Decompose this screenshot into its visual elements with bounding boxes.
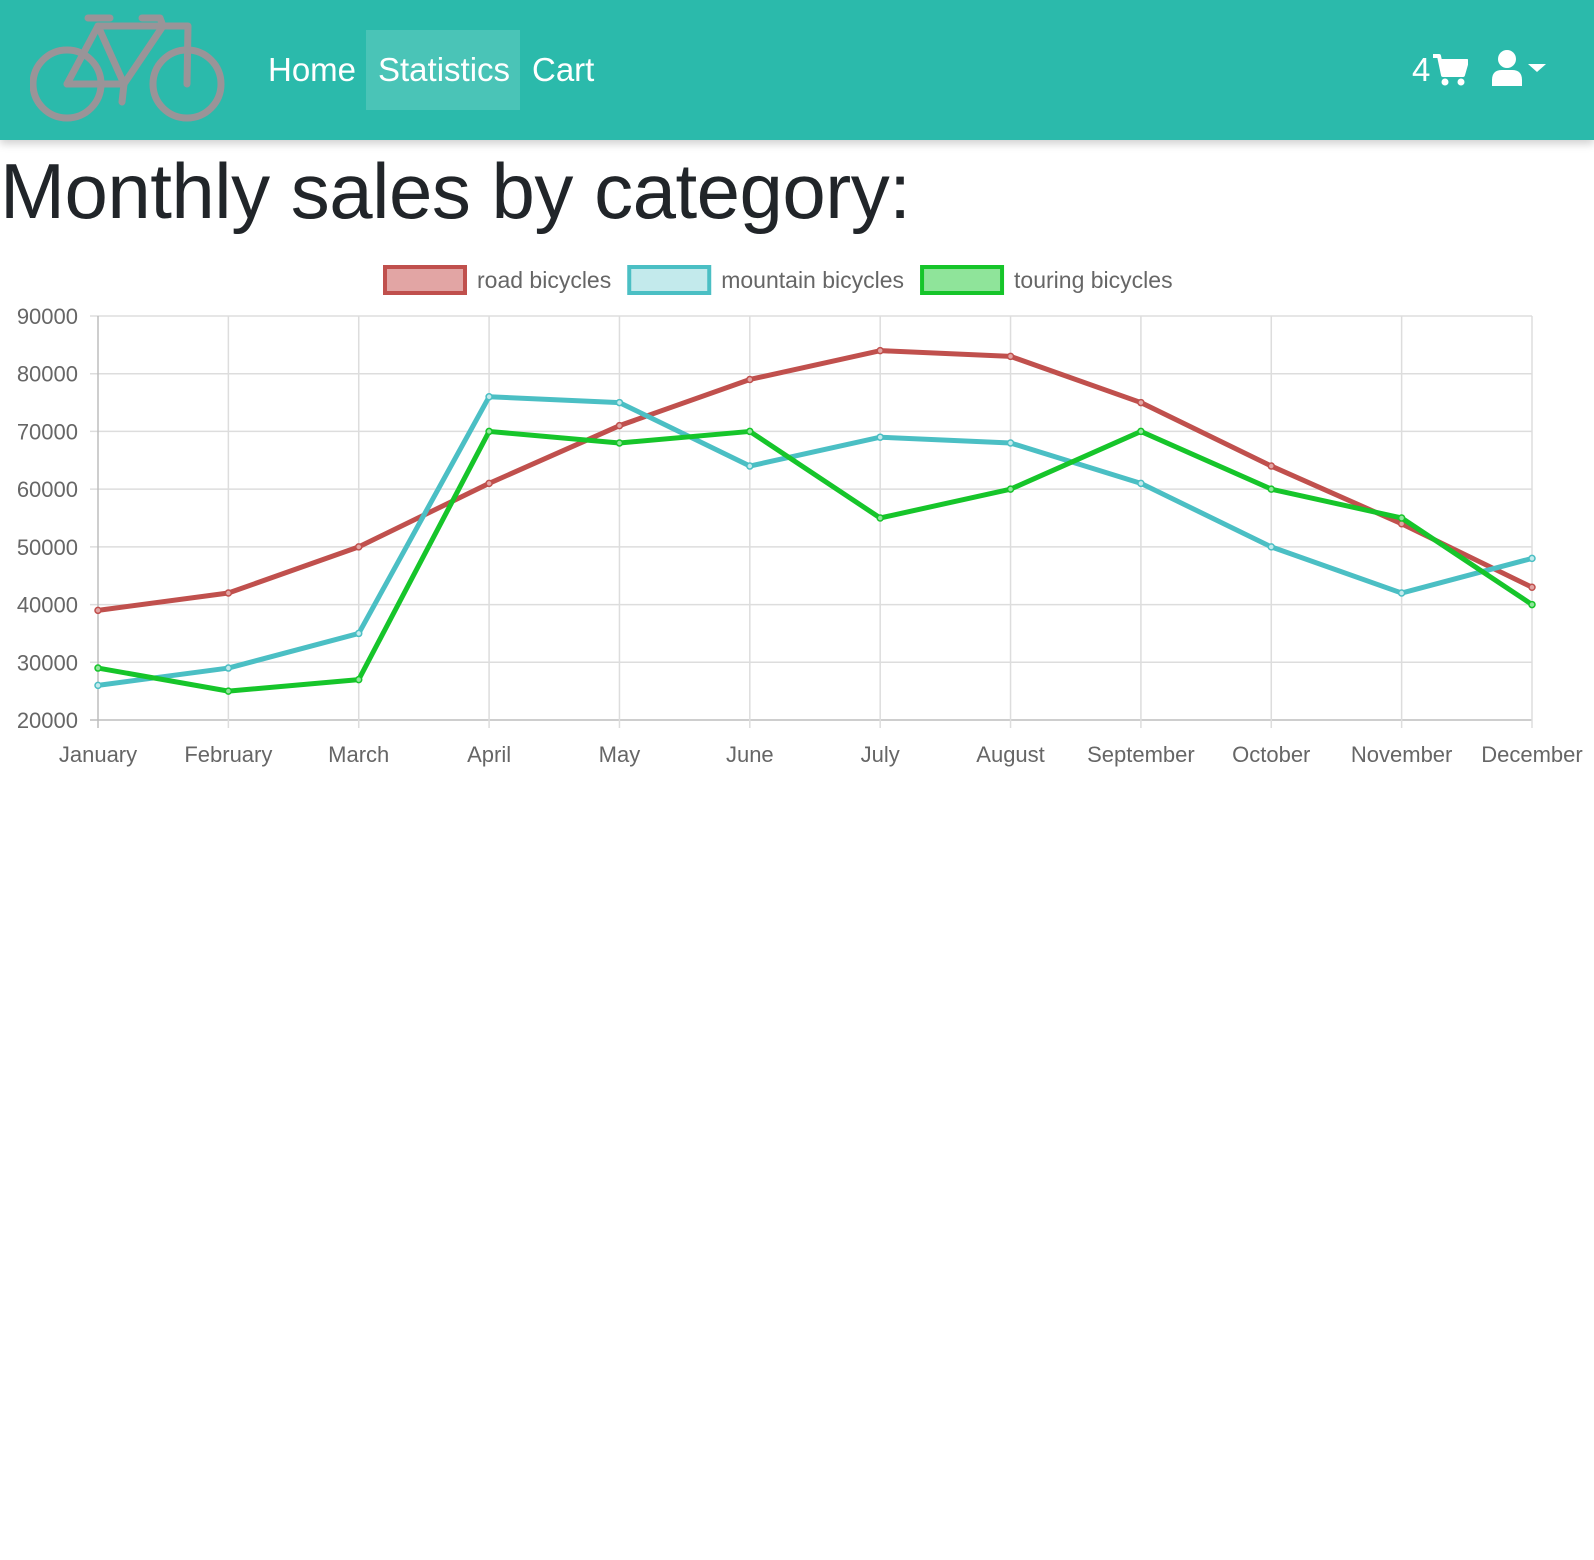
x-tick-label: December bbox=[1481, 742, 1582, 767]
y-tick-label: 80000 bbox=[17, 362, 78, 387]
data-point bbox=[94, 606, 102, 615]
x-tick-label: August bbox=[976, 742, 1045, 767]
y-tick-label: 30000 bbox=[17, 650, 78, 675]
data-point bbox=[1528, 583, 1536, 592]
data-point bbox=[485, 393, 493, 401]
y-tick-label: 70000 bbox=[17, 419, 78, 444]
x-tick-label: January bbox=[59, 742, 137, 767]
shopping-cart-icon bbox=[1433, 54, 1469, 86]
y-tick-label: 40000 bbox=[17, 593, 78, 618]
data-point bbox=[354, 675, 363, 684]
data-point bbox=[746, 462, 754, 470]
data-point bbox=[1397, 514, 1406, 522]
x-tick-label: April bbox=[467, 742, 511, 767]
caret-down-icon bbox=[1528, 64, 1546, 72]
y-tick-label: 60000 bbox=[17, 477, 78, 502]
y-tick-label: 50000 bbox=[17, 535, 78, 560]
data-point bbox=[1137, 427, 1145, 436]
legend-swatch bbox=[383, 265, 467, 295]
user-menu-toggle[interactable] bbox=[1492, 50, 1548, 90]
legend-swatch bbox=[627, 265, 712, 295]
legend-label: road bicycles bbox=[477, 267, 611, 293]
x-tick-label: March bbox=[328, 742, 389, 767]
data-point bbox=[94, 681, 102, 690]
data-point bbox=[1267, 462, 1276, 470]
series-line bbox=[95, 394, 1535, 688]
x-tick-label: June bbox=[726, 742, 774, 767]
nav-link-home[interactable]: Home bbox=[256, 30, 368, 110]
x-tick-label: May bbox=[599, 742, 641, 767]
nav-link-cart[interactable]: Cart bbox=[520, 30, 606, 110]
data-point bbox=[746, 427, 754, 436]
page-title: Monthly sales by category: bbox=[0, 147, 911, 235]
series-line bbox=[95, 348, 1535, 613]
data-point bbox=[1267, 543, 1276, 551]
data-point bbox=[615, 421, 624, 430]
x-tick-label: February bbox=[184, 742, 272, 767]
legend-label: touring bicycles bbox=[1014, 267, 1173, 293]
cart-count: 4 bbox=[1412, 51, 1431, 88]
data-point bbox=[224, 664, 233, 672]
legend-swatch bbox=[920, 265, 1005, 295]
data-point bbox=[1137, 398, 1145, 407]
cart-button[interactable]: 4 bbox=[1412, 48, 1469, 92]
data-point bbox=[1006, 439, 1015, 447]
data-point bbox=[354, 629, 363, 638]
data-point bbox=[615, 398, 624, 407]
y-tick-label: 90000 bbox=[17, 304, 78, 329]
data-point bbox=[1006, 352, 1015, 361]
y-tick-label: 20000 bbox=[17, 708, 78, 733]
data-point bbox=[224, 687, 233, 695]
nav-link-statistics[interactable]: Statistics bbox=[366, 30, 520, 110]
x-tick-label: November bbox=[1351, 742, 1452, 767]
data-point bbox=[876, 433, 884, 441]
legend-label: mountain bicycles bbox=[721, 267, 904, 293]
bicycle-icon[interactable] bbox=[30, 14, 226, 126]
data-point bbox=[485, 479, 493, 488]
data-point bbox=[1006, 485, 1015, 493]
data-point bbox=[1397, 589, 1406, 597]
data-point bbox=[1137, 479, 1145, 488]
data-point bbox=[876, 346, 884, 355]
data-point bbox=[94, 664, 102, 672]
navbar: Home Statistics Cart 4 bbox=[0, 0, 1594, 140]
x-tick-label: October bbox=[1232, 742, 1310, 767]
user-icon bbox=[1492, 50, 1522, 86]
x-tick-label: September bbox=[1087, 742, 1195, 767]
data-point bbox=[485, 427, 493, 436]
data-point bbox=[1528, 554, 1536, 563]
data-point bbox=[224, 589, 233, 597]
data-point bbox=[746, 375, 754, 384]
data-point bbox=[615, 439, 624, 447]
line-chart: 90000 80000 70000 60000 50000 40000 30000 20000… bbox=[17, 265, 1583, 767]
data-point bbox=[876, 514, 884, 522]
x-tick-label: July bbox=[861, 742, 900, 767]
data-point bbox=[1267, 485, 1276, 493]
data-point bbox=[354, 543, 363, 551]
data-point bbox=[1528, 600, 1536, 609]
